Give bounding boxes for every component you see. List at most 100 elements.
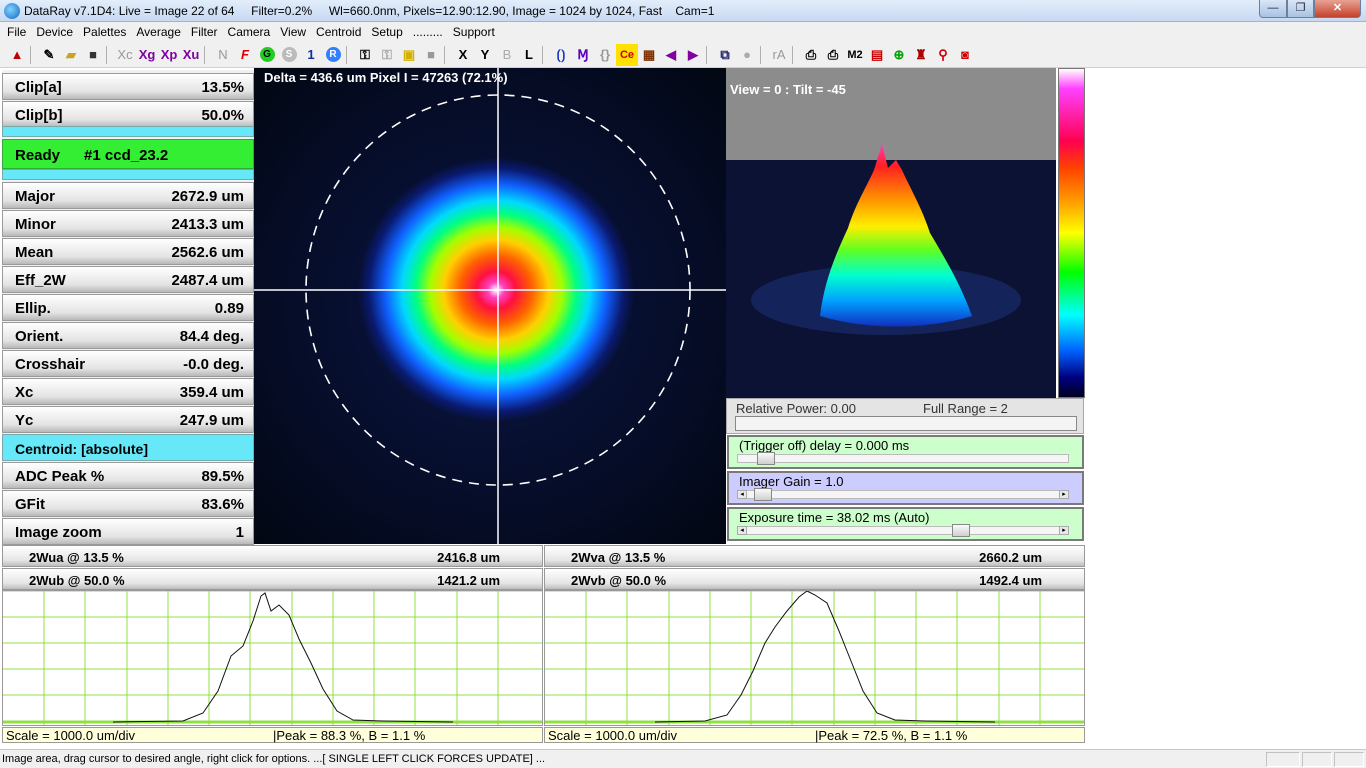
profile-u-plot[interactable] bbox=[2, 590, 543, 726]
imager-gain-thumb[interactable] bbox=[753, 488, 772, 501]
unlock-icon[interactable]: ⚿ bbox=[376, 44, 398, 66]
clip-b-row[interactable]: Clip[b] 50.0% bbox=[2, 101, 254, 128]
b-button[interactable]: B bbox=[496, 44, 518, 66]
profile-v-wb-header[interactable]: 2Wvb @ 50.0 % 1492.4 um bbox=[544, 568, 1085, 590]
chart-icon[interactable]: ▤ bbox=[866, 44, 888, 66]
lock-icon[interactable]: ⚿ bbox=[354, 44, 376, 66]
record-icon[interactable]: ● bbox=[736, 44, 758, 66]
minimize-button[interactable]: — bbox=[1259, 0, 1287, 18]
clip-a-row[interactable]: Clip[a] 13.5% bbox=[2, 73, 254, 100]
r-button[interactable]: R bbox=[322, 44, 344, 66]
s-button[interactable]: S bbox=[278, 44, 300, 66]
profile-u-wb-header[interactable]: 2Wub @ 50.0 % 1421.2 um bbox=[2, 568, 543, 590]
menu-setup[interactable]: Setup bbox=[366, 25, 407, 39]
menu-average[interactable]: Average bbox=[131, 25, 185, 39]
profile-v-scale: Scale = 1000.0 um/div bbox=[548, 728, 677, 743]
one-button[interactable]: 1 bbox=[300, 44, 322, 66]
menu-device[interactable]: Device bbox=[31, 25, 78, 39]
crosshair-row[interactable]: Crosshair -0.0 deg. bbox=[2, 350, 254, 377]
exposure-time-thumb[interactable] bbox=[951, 524, 970, 537]
title-bar: DataRay v7.1D4: Live = Image 22 of 64 Fi… bbox=[0, 0, 1366, 22]
xg-button[interactable]: Xg bbox=[136, 44, 158, 66]
close-button[interactable]: ✕ bbox=[1314, 0, 1361, 18]
adc-peak-row[interactable]: ADC Peak % 89.5% bbox=[2, 462, 254, 489]
profile-u-wa-header[interactable]: 2Wua @ 13.5 % 2416.8 um bbox=[2, 545, 543, 567]
camera-icon[interactable]: ◙ bbox=[954, 44, 976, 66]
gray-box-icon[interactable]: ■ bbox=[420, 44, 442, 66]
centroid-row[interactable]: Centroid: [absolute] bbox=[2, 434, 254, 461]
l-button[interactable]: L bbox=[518, 44, 540, 66]
ce-button[interactable]: Ce bbox=[616, 43, 638, 66]
crosshair-icon[interactable]: ⊕ bbox=[888, 44, 910, 66]
menu-camera[interactable]: Camera bbox=[223, 25, 276, 39]
adc-peak-value: 89.5% bbox=[201, 468, 244, 485]
print-icon[interactable]: ⎙ bbox=[800, 44, 822, 66]
window-title: DataRay v7.1D4: Live = Image 22 of 64 Fi… bbox=[24, 4, 715, 18]
major-row[interactable]: Major 2672.9 um bbox=[2, 182, 254, 209]
left-arrow-icon[interactable]: ◀ bbox=[660, 44, 682, 66]
xp-button[interactable]: Xp bbox=[158, 44, 180, 66]
xu-button[interactable]: Xu bbox=[180, 44, 202, 66]
f-button[interactable]: F bbox=[234, 44, 256, 66]
ellip-row[interactable]: Ellip. 0.89 bbox=[2, 294, 254, 321]
menu-palettes[interactable]: Palettes bbox=[78, 25, 131, 39]
y-button[interactable]: Y bbox=[474, 44, 496, 66]
menu-dots[interactable]: ......... bbox=[408, 25, 448, 39]
gain-left-arrow-icon[interactable]: ◂ bbox=[737, 490, 747, 499]
pencil-icon[interactable]: ✎ bbox=[38, 44, 60, 66]
minor-row[interactable]: Minor 2413.3 um bbox=[2, 210, 254, 237]
beam-image-area[interactable]: Delta = 436.6 um Pixel I = 47263 (72.1%) bbox=[254, 68, 726, 544]
menu-filter[interactable]: Filter bbox=[186, 25, 223, 39]
n-button[interactable]: N bbox=[212, 44, 234, 66]
mean-row[interactable]: Mean 2562.6 um bbox=[2, 238, 254, 265]
ra-button[interactable]: rA bbox=[768, 44, 790, 66]
copy-icon[interactable]: ⧉ bbox=[714, 44, 736, 66]
crosshair-label: Crosshair bbox=[15, 356, 86, 373]
mean-value: 2562.6 um bbox=[171, 244, 244, 261]
xc-button[interactable]: Xc bbox=[114, 44, 136, 66]
probe-icon[interactable]: ⚲ bbox=[932, 44, 954, 66]
xc-row[interactable]: Xc 359.4 um bbox=[2, 378, 254, 405]
g-button[interactable]: G bbox=[256, 44, 278, 66]
profile-v-wa-header[interactable]: 2Wva @ 13.5 % 2660.2 um bbox=[544, 545, 1085, 567]
yc-row[interactable]: Yc 247.9 um bbox=[2, 406, 254, 433]
view-3d-area[interactable]: View = 0 : Tilt = -45 bbox=[726, 68, 1056, 398]
orient-row[interactable]: Orient. 84.4 deg. bbox=[2, 322, 254, 349]
up-arrow-icon[interactable]: ▲ bbox=[6, 44, 28, 66]
palette-icon[interactable]: ▣ bbox=[398, 44, 420, 66]
imager-gain-slider[interactable]: ◂ ▸ bbox=[737, 488, 1069, 501]
x-button[interactable]: X bbox=[452, 44, 474, 66]
exposure-right-arrow-icon[interactable]: ▸ bbox=[1059, 526, 1069, 535]
profile-u-peak: |Peak = 88.3 %, B = 1.1 % bbox=[273, 728, 426, 743]
image-zoom-value: 1 bbox=[235, 524, 244, 541]
save-icon[interactable]: ■ bbox=[82, 44, 104, 66]
gfit-row[interactable]: GFit 83.6% bbox=[2, 490, 254, 517]
exposure-left-arrow-icon[interactable]: ◂ bbox=[737, 526, 747, 535]
menu-view[interactable]: View bbox=[275, 25, 311, 39]
bracket-icon[interactable]: ⟮⟯ bbox=[550, 44, 572, 66]
trigger-delay-thumb[interactable] bbox=[756, 452, 775, 465]
m-bracket-icon[interactable]: Ɱ bbox=[572, 44, 594, 66]
menu-support[interactable]: Support bbox=[448, 25, 500, 39]
print-setup-icon[interactable]: ⎙ bbox=[822, 44, 844, 66]
profile-u-wa-value: 2416.8 um bbox=[437, 550, 500, 565]
right-arrow-icon[interactable]: ▶ bbox=[682, 44, 704, 66]
m2-button[interactable]: M2 bbox=[844, 44, 866, 66]
image-zoom-row[interactable]: Image zoom 1 bbox=[2, 518, 254, 545]
trigger-delay-slider[interactable] bbox=[737, 452, 1069, 465]
gfit-value: 83.6% bbox=[201, 496, 244, 513]
status-row[interactable]: Ready #1 ccd_23.2 bbox=[2, 139, 254, 169]
grid-icon[interactable]: ▦ bbox=[638, 44, 660, 66]
brace-icon[interactable]: {} bbox=[594, 44, 616, 66]
menu-file[interactable]: File bbox=[2, 25, 31, 39]
profile-v-plot[interactable] bbox=[544, 590, 1085, 726]
status-pane bbox=[1334, 752, 1364, 767]
maximize-button[interactable]: ❐ bbox=[1287, 0, 1314, 18]
menu-centroid[interactable]: Centroid bbox=[311, 25, 366, 39]
stage-icon[interactable]: ♜ bbox=[910, 44, 932, 66]
open-folder-icon[interactable]: ▰ bbox=[60, 44, 82, 66]
gain-right-arrow-icon[interactable]: ▸ bbox=[1059, 490, 1069, 499]
color-palette-bar[interactable] bbox=[1058, 68, 1085, 398]
eff-2w-row[interactable]: Eff_2W 2487.4 um bbox=[2, 266, 254, 293]
exposure-time-slider[interactable]: ◂ ▸ bbox=[737, 524, 1069, 537]
